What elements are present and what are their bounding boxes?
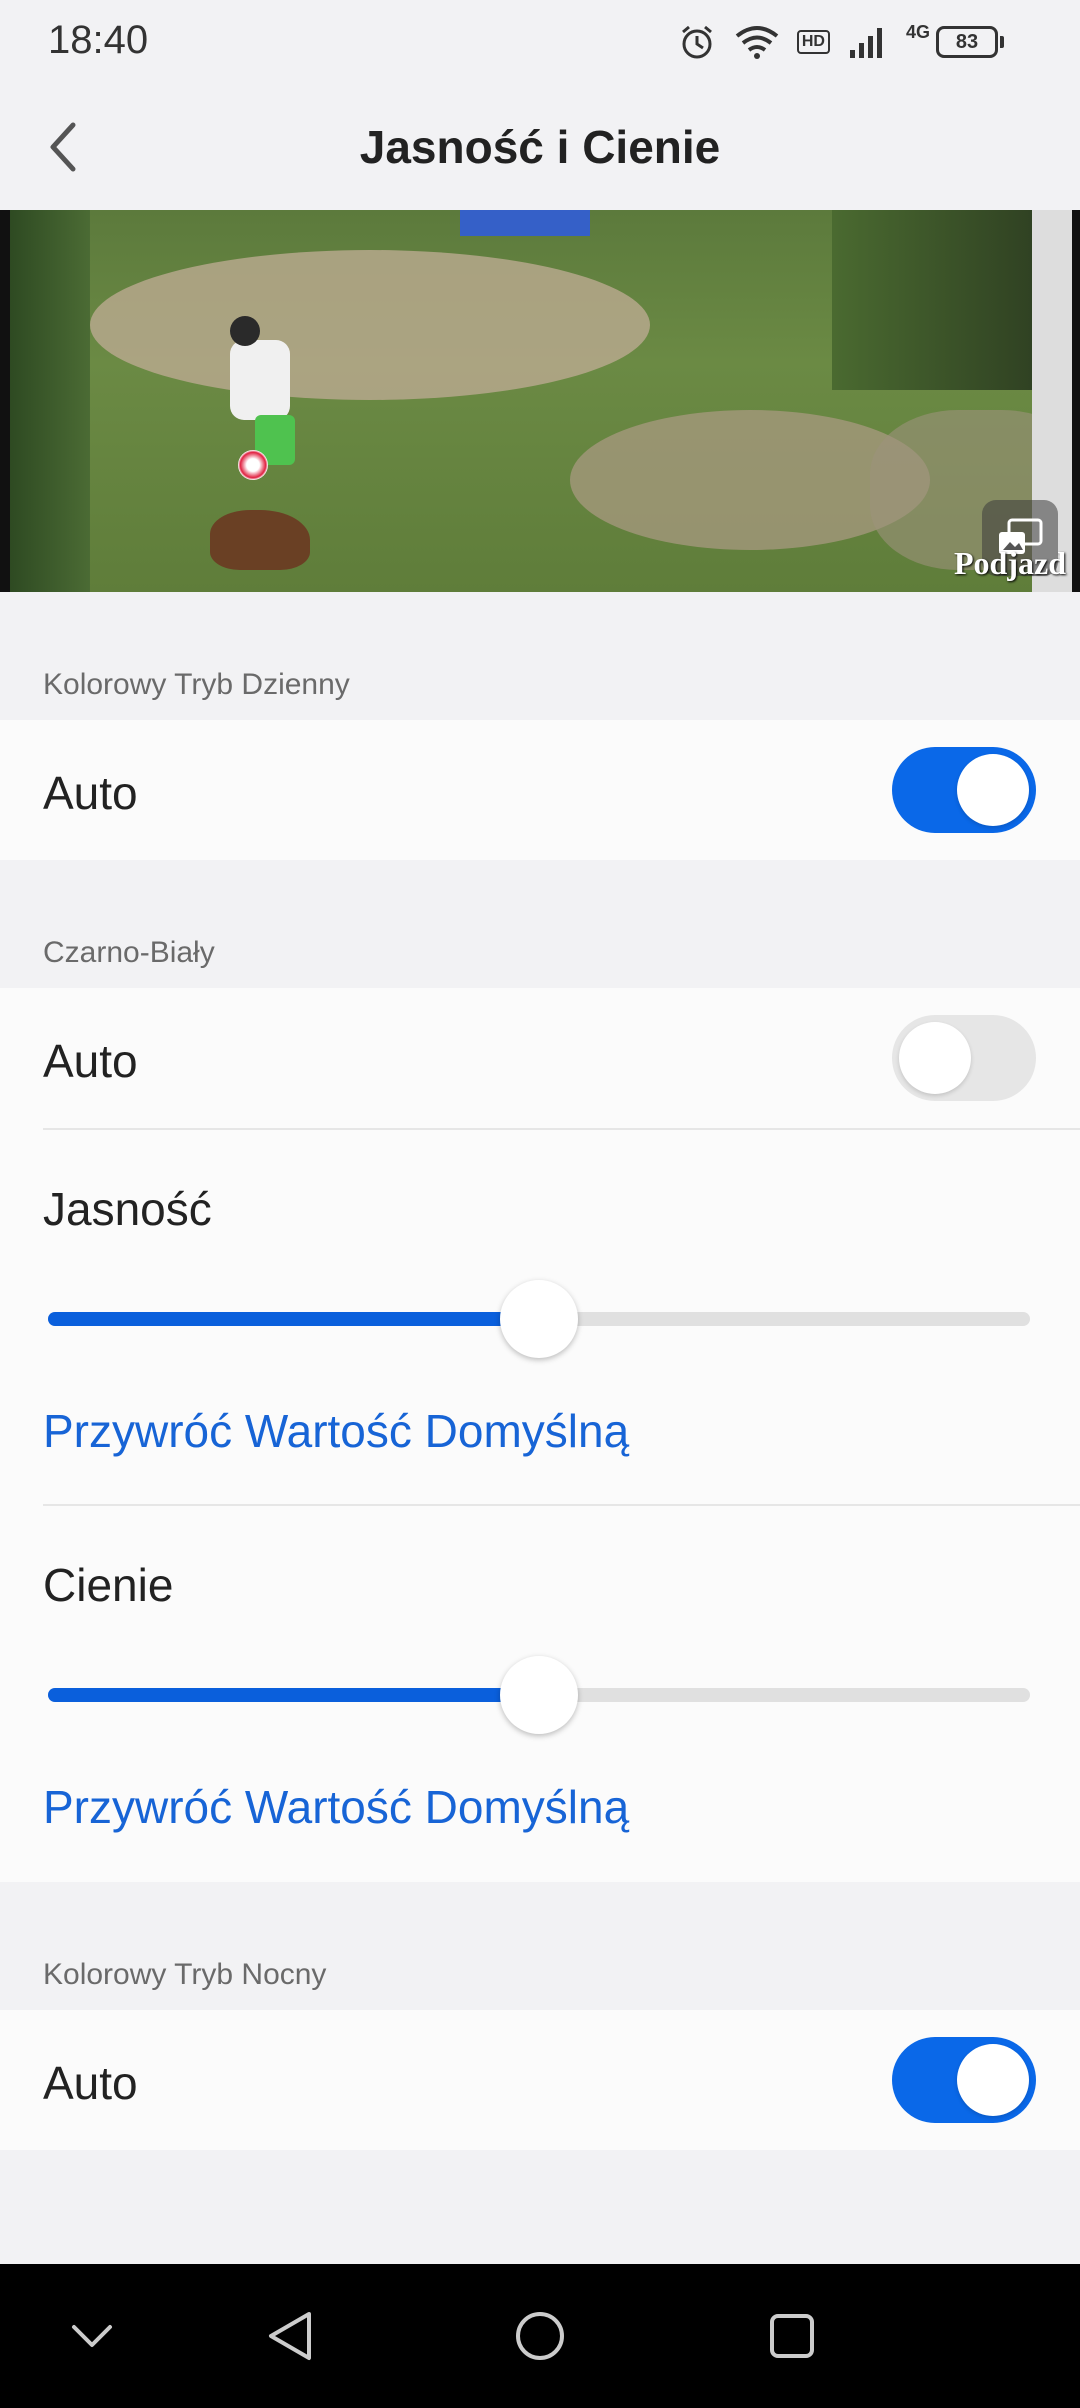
day-color-auto-label: Auto: [43, 767, 138, 819]
section-label-day-color: Kolorowy Tryb Dzienny: [43, 668, 350, 701]
black-white-card: Auto Jasność Przywróć Wartość Domyślną C…: [0, 988, 1080, 1882]
shadows-slider-thumb[interactable]: [500, 1656, 578, 1734]
battery-icon: 83: [936, 26, 1004, 58]
brightness-reset-link[interactable]: Przywróć Wartość Domyślną: [43, 1404, 629, 1458]
status-bar: 18:40 HD 4G 83: [0, 0, 1080, 84]
chevron-down-icon[interactable]: [52, 2296, 132, 2376]
signal-icon: [848, 24, 888, 60]
camera-name-watermark: Podjazd: [954, 545, 1066, 581]
hd-icon: HD: [796, 30, 830, 54]
black-white-auto-label: Auto: [43, 1035, 138, 1087]
brightness-slider-thumb[interactable]: [500, 1280, 578, 1358]
day-color-card: Auto: [0, 720, 1080, 860]
shadows-label: Cienie: [43, 1559, 174, 1611]
section-label-night-color: Kolorowy Tryb Nocny: [43, 1958, 327, 1991]
day-color-auto-toggle[interactable]: [892, 747, 1036, 833]
black-white-auto-toggle[interactable]: [892, 1015, 1036, 1101]
status-time: 18:40: [48, 18, 149, 62]
header: Jasność i Cienie: [0, 84, 1080, 210]
back-triangle-icon[interactable]: [250, 2296, 330, 2376]
network-label: 4G: [905, 21, 930, 42]
brightness-label: Jasność: [43, 1183, 212, 1235]
status-icons: HD 4G 83: [677, 22, 1004, 62]
divider: [43, 1504, 1080, 1506]
shadows-reset-link[interactable]: Przywróć Wartość Domyślną: [43, 1780, 629, 1834]
camera-preview[interactable]: Podjazd: [0, 210, 1080, 592]
wifi-icon: [735, 24, 779, 60]
section-label-black-white: Czarno-Biały: [43, 936, 215, 969]
night-color-auto-label: Auto: [43, 2057, 138, 2109]
home-circle-icon[interactable]: [500, 2296, 580, 2376]
system-nav-bar: [0, 2264, 1080, 2408]
shadows-slider[interactable]: [48, 1654, 1030, 1734]
divider: [43, 1128, 1080, 1130]
night-color-card: Auto: [0, 2010, 1080, 2150]
battery-level: 83: [936, 26, 998, 58]
alarm-icon: [677, 22, 717, 62]
camera-image: [10, 210, 1072, 592]
recents-square-icon[interactable]: [752, 2296, 832, 2376]
page-title: Jasność i Cienie: [359, 121, 721, 173]
brightness-slider[interactable]: [48, 1278, 1030, 1358]
night-color-auto-toggle[interactable]: [892, 2037, 1036, 2123]
